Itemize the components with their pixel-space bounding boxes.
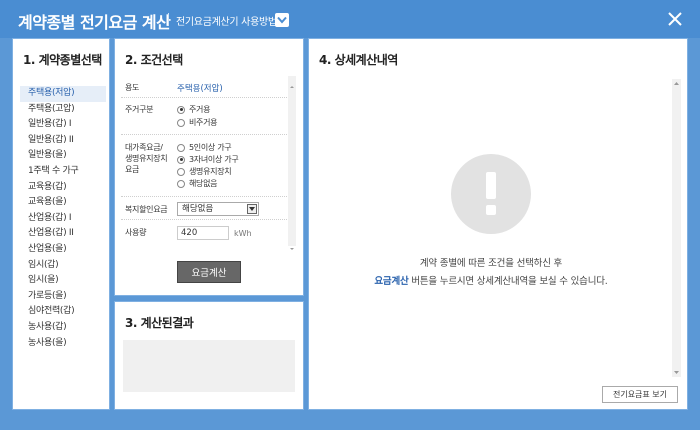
usage-label: 용도: [125, 83, 140, 92]
contract-type-item[interactable]: 심야전력(갑): [20, 304, 106, 320]
condition-panel: 2. 조건선택 용도 주택용(저압) 주거구분 주거용 비주거용 대가족요금/ …: [114, 38, 304, 296]
contract-type-item[interactable]: 임시(을): [20, 273, 106, 289]
detail-panel: 4. 상세계산내역 계약 종별에 따른 조건을 선택하신 후 요금계산 버튼을 …: [308, 38, 688, 410]
result-panel: 3. 계산된결과: [114, 301, 304, 410]
view-rate-table-button[interactable]: 전기요금표 보기: [602, 386, 678, 403]
radio-icon: [177, 167, 185, 176]
contract-type-item[interactable]: 1주택 수 가구: [20, 164, 106, 180]
discount-label-3: 요금: [125, 165, 140, 174]
usage-amount-unit: kWh: [234, 229, 252, 238]
contract-type-item[interactable]: 일반용(갑) II: [20, 133, 106, 149]
radio-icon: [177, 179, 185, 188]
panel2-title: 2. 조건선택: [125, 53, 183, 67]
contract-type-item[interactable]: 일반용(을): [20, 148, 106, 164]
contract-type-item[interactable]: 교육용(갑): [20, 180, 106, 196]
panel1-title: 1. 계약종별선택: [23, 53, 102, 67]
contract-type-item[interactable]: 농사용(을): [20, 336, 106, 352]
radio-not-applicable[interactable]: 해당없음: [177, 178, 218, 189]
discount-row: 대가족요금/ 생명유지장치 요금 5인이상 가구 3자녀이상 가구 생명유지장치…: [121, 135, 289, 197]
contract-type-item[interactable]: 교육용(을): [20, 195, 106, 211]
radio-life-support[interactable]: 생명유지장치: [177, 166, 232, 177]
panel3-title: 3. 계산된결과: [125, 316, 194, 330]
usage-amount-label: 사용량: [125, 228, 147, 237]
residence-row: 주거구분 주거용 비주거용: [121, 98, 289, 135]
radio-residential[interactable]: 주거용: [177, 104, 210, 115]
close-icon[interactable]: [664, 8, 686, 30]
contract-type-item[interactable]: 일반용(갑) I: [20, 117, 106, 133]
welfare-label: 복지할인요금: [125, 205, 168, 214]
condition-scrollbar[interactable]: [288, 76, 296, 250]
scroll-down-icon[interactable]: [288, 238, 296, 250]
contract-type-panel: 1. 계약종별선택 주택용(저압) 주택용(고압) 일반용(갑) I 일반용(갑) I…: [12, 38, 110, 410]
welfare-row: 복지할인요금 해당없음: [121, 197, 289, 220]
radio-icon: [177, 155, 185, 164]
select-arrow-icon: [247, 204, 257, 214]
usage-row: 용도 주택용(저압): [121, 76, 289, 98]
exclamation-icon: [451, 154, 531, 234]
contract-type-list: 주택용(저압) 주택용(고압) 일반용(갑) I 일반용(갑) II 일반용(을) 1주택…: [20, 86, 106, 351]
radio-non-residential[interactable]: 비주거용: [177, 117, 218, 128]
contract-type-item[interactable]: 농사용(갑): [20, 320, 106, 336]
contract-type-item[interactable]: 산업용(갑) I: [20, 211, 106, 227]
result-box: [123, 340, 295, 392]
condition-form: 용도 주택용(저압) 주거구분 주거용 비주거용 대가족요금/ 생명유지장치 요…: [121, 76, 295, 246]
panel4-title: 4. 상세계산내역: [319, 53, 398, 67]
residence-label: 주거구분: [125, 105, 154, 114]
contract-type-item[interactable]: 가로등(을): [20, 289, 106, 305]
radio-icon: [177, 105, 185, 114]
discount-label-1: 대가족요금/: [125, 143, 163, 152]
discount-label-2: 생명유지장치: [125, 154, 168, 163]
radio-3-children[interactable]: 3자녀이상 가구: [177, 154, 239, 165]
radio-icon: [177, 118, 185, 127]
howto-link[interactable]: 전기요금계산기 사용방법: [176, 13, 277, 28]
radio-icon: [177, 143, 185, 152]
info-message-line2: 요금계산 버튼을 누르시면 상세계산내역을 보실 수 있습니다.: [374, 276, 608, 287]
chevron-down-icon[interactable]: [275, 13, 289, 27]
dialog-header: 계약종별 전기요금 계산 전기요금계산기 사용방법: [0, 0, 700, 38]
contract-type-item[interactable]: 주택용(저압): [20, 86, 106, 102]
scroll-up-icon[interactable]: [288, 76, 296, 88]
contract-type-item[interactable]: 임시(갑): [20, 258, 106, 274]
contract-type-item[interactable]: 산업용(을): [20, 242, 106, 258]
contract-type-item[interactable]: 산업용(갑) II: [20, 226, 106, 242]
welfare-select[interactable]: 해당없음: [177, 202, 259, 216]
detail-scrollbar[interactable]: [672, 79, 681, 377]
radio-5-person[interactable]: 5인이상 가구: [177, 142, 232, 153]
calc-highlight: 요금계산: [374, 276, 409, 287]
info-message-line1: 계약 종별에 따른 조건을 선택하신 후: [419, 258, 563, 269]
usage-amount-row: 사용량 420 kWh: [121, 220, 289, 246]
usage-value: 주택용(저압): [177, 84, 223, 94]
calculate-button[interactable]: 요금계산: [177, 261, 241, 283]
dialog-title: 계약종별 전기요금 계산: [18, 13, 171, 32]
usage-amount-input[interactable]: 420: [177, 226, 229, 240]
contract-type-item[interactable]: 주택용(고압): [20, 102, 106, 118]
title-divider: [168, 13, 169, 26]
